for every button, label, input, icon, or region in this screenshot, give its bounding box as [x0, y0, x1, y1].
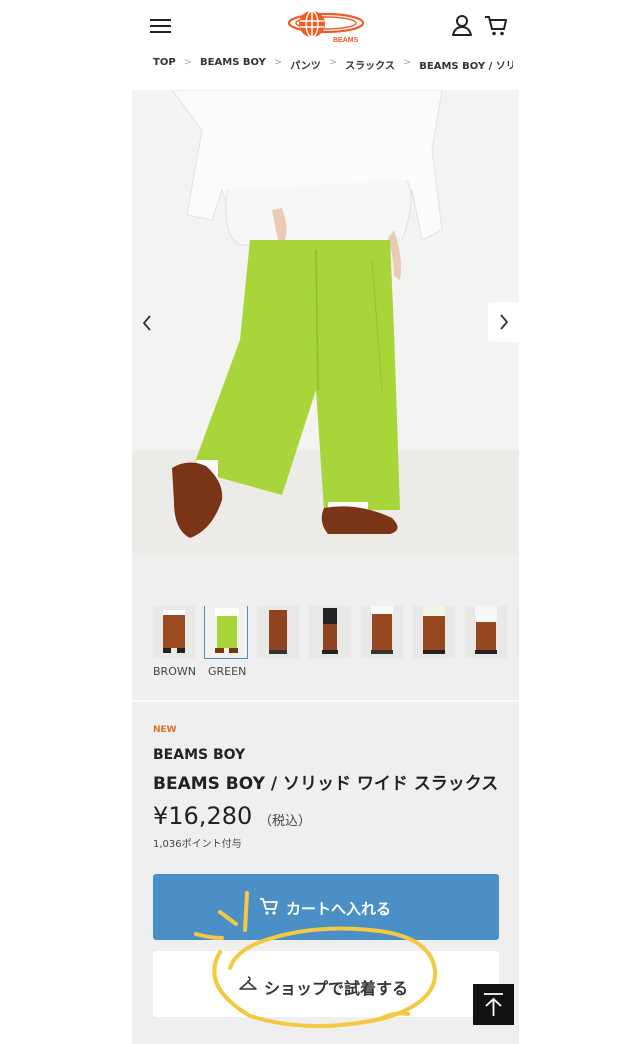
thumbnail-brown-4[interactable] — [361, 606, 403, 658]
thumbnail-brown-3[interactable] — [309, 606, 351, 658]
gallery-thumbnails: BROWN GREEN — [153, 606, 519, 678]
color-label-green[interactable]: GREEN — [208, 665, 246, 678]
user-icon[interactable] — [451, 14, 473, 38]
breadcrumb-item-pants[interactable]: パンツ — [290, 57, 321, 71]
arrow-up-icon — [484, 993, 503, 1016]
breadcrumb-separator-icon: > — [328, 57, 338, 68]
product-main-image[interactable] — [132, 90, 519, 554]
breadcrumb-separator-icon: > — [273, 57, 283, 68]
try-in-shop-button[interactable]: ショップで試着する — [153, 951, 499, 1017]
thumbnail-brown-2[interactable] — [257, 606, 299, 658]
beams-logo[interactable]: BEAMS — [286, 7, 366, 45]
color-label-brown[interactable]: BROWN — [153, 665, 196, 678]
add-to-cart-button[interactable]: カートへ入れる — [153, 874, 499, 940]
breadcrumb-separator-icon: > — [402, 57, 412, 68]
site-header: BEAMS — [0, 0, 630, 52]
thumbnail-partial[interactable] — [517, 606, 519, 658]
breadcrumb-item-top[interactable]: TOP — [153, 57, 176, 68]
gallery-next-arrow-icon[interactable] — [488, 302, 519, 342]
breadcrumb-item-brand[interactable]: BEAMS BOY — [200, 57, 266, 68]
points-info: 1,036ポイント付与 — [153, 839, 242, 850]
hamburger-menu-icon[interactable] — [150, 17, 172, 35]
thumbnail-green[interactable] — [204, 606, 248, 659]
cart-icon — [259, 897, 279, 917]
try-in-shop-label: ショップで試着する — [264, 979, 409, 998]
back-to-top-button[interactable] — [473, 984, 514, 1025]
thumbnail-brown-5[interactable] — [413, 606, 455, 658]
brand-name[interactable]: BEAMS BOY — [153, 747, 245, 763]
thumbnail-brown[interactable] — [153, 606, 195, 658]
breadcrumb-separator-icon: > — [183, 57, 193, 68]
product-price: ¥16,280 — [153, 802, 253, 830]
tax-note: （税込） — [259, 814, 312, 829]
new-badge: NEW — [153, 725, 177, 735]
section-divider — [132, 700, 519, 702]
breadcrumb: TOP > BEAMS BOY > パンツ > スラックス > BEAMS BOY / ソリ… — [153, 57, 513, 71]
gallery-prev-arrow-icon[interactable] — [136, 306, 158, 340]
add-to-cart-label: カートへ入れる — [286, 900, 392, 918]
product-title: BEAMS BOY / ソリッド ワイド スラックス — [153, 774, 499, 794]
logo-text: BEAMS — [333, 37, 359, 44]
thumbnail-brown-6[interactable] — [465, 606, 507, 658]
breadcrumb-item-current: BEAMS BOY / ソリ… — [419, 61, 513, 71]
cart-icon[interactable] — [484, 15, 508, 37]
breadcrumb-item-slacks[interactable]: スラックス — [345, 57, 395, 71]
hanger-icon — [239, 975, 257, 993]
